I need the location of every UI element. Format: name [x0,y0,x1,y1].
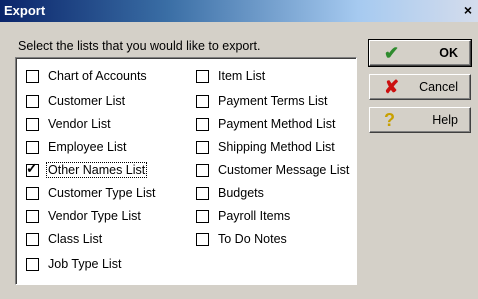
list-item-vendor-list[interactable]: Vendor List [26,116,112,132]
ok-button-label: OK [439,46,458,60]
title-bar: Export × [0,0,478,22]
list-item-payment-method-list[interactable]: Payment Method List [196,116,336,132]
checkbox[interactable] [26,94,39,108]
ok-button[interactable]: ✔ OK [368,39,472,67]
list-item-customer-message-list[interactable]: Customer Message List [196,162,350,178]
red-x-icon: ✘ [384,77,400,97]
checkbox-label: Chart of Accounts [48,69,147,83]
checkbox[interactable] [26,257,39,271]
question-icon: ? [384,110,395,130]
checkbox-label: Other Names List [45,162,148,178]
checkbox-label: Payroll Items [218,209,291,223]
cancel-button-label: Cancel [419,80,458,94]
list-item-vendor-type-list[interactable]: Vendor Type List [26,208,142,224]
list-item-item-list[interactable]: Item List [196,68,266,84]
checkbox-label: Vendor List [48,117,111,131]
list-item-customer-type-list[interactable]: Customer Type List [26,185,156,201]
list-item-to-do-notes[interactable]: To Do Notes [196,231,288,247]
checkbox-label: Job Type List [48,257,122,271]
list-item-customer-list[interactable]: Customer List [26,93,126,109]
checkbox[interactable] [196,186,209,200]
checkbox[interactable] [196,94,209,108]
checkbox-label: Item List [218,69,266,83]
export-list-box: Chart of Accounts Customer List Vendor L… [15,57,357,285]
checkbox[interactable] [196,140,209,154]
list-item-job-type-list[interactable]: Job Type List [26,256,122,272]
list-item-budgets[interactable]: Budgets [196,185,265,201]
list-item-other-names-list[interactable]: ✓ Other Names List [26,159,148,178]
checkbox[interactable] [26,186,39,200]
checkbox[interactable] [26,140,39,154]
list-item-employee-list[interactable]: Employee List [26,139,128,155]
checkbox-label: Payment Method List [218,117,336,131]
checkbox-label: Customer Message List [218,163,350,177]
list-item-chart-of-accounts[interactable]: Chart of Accounts [26,68,148,84]
checkbox[interactable] [196,69,209,83]
checkbox[interactable] [26,209,39,223]
close-icon[interactable]: × [460,3,476,17]
cancel-button[interactable]: ✘ Cancel [369,74,471,100]
checkbox-checked[interactable]: ✓ [26,159,39,177]
checkbox[interactable] [26,232,39,246]
checkbox-label: To Do Notes [218,232,287,246]
checkbox[interactable] [196,209,209,223]
checkbox-label: Customer Type List [48,186,156,200]
list-item-class-list[interactable]: Class List [26,231,103,247]
checkbox[interactable] [196,163,209,177]
checkbox[interactable] [196,232,209,246]
checkbox-label: Employee List [48,140,127,154]
checkbox-label: Shipping Method List [218,140,335,154]
list-item-payment-terms-list[interactable]: Payment Terms List [196,93,329,109]
checkbox-label: Class List [48,232,103,246]
instruction-text: Select the lists that you would like to … [18,39,261,53]
list-item-shipping-method-list[interactable]: Shipping Method List [196,139,336,155]
window-title: Export [4,3,46,18]
help-button-label: Help [432,113,458,127]
list-item-payroll-items[interactable]: Payroll Items [196,208,291,224]
green-check-icon: ✔ [384,43,400,63]
checkbox[interactable] [26,117,39,131]
checkbox-label: Payment Terms List [218,94,328,108]
checkbox-label: Vendor Type List [48,209,141,223]
checkbox-label: Customer List [48,94,126,108]
help-button[interactable]: ? Help [369,107,471,133]
checkmark-icon: ✓ [26,159,38,176]
checkbox[interactable] [26,69,39,83]
checkbox[interactable] [196,117,209,131]
checkbox-label: Budgets [218,186,264,200]
